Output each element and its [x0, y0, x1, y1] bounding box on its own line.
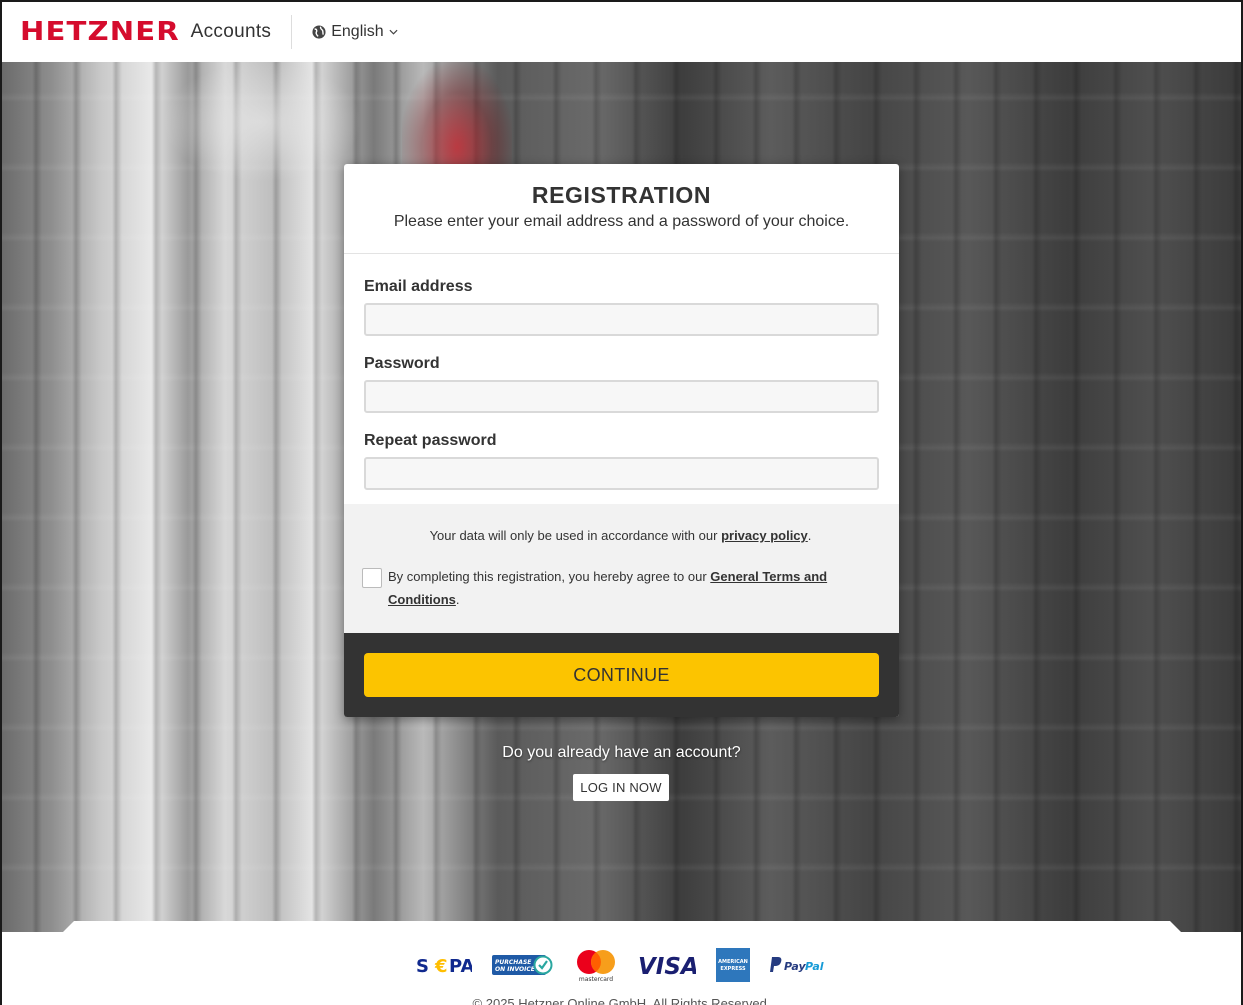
- language-label: English: [331, 23, 384, 40]
- visa-logo: VISA: [638, 948, 696, 982]
- email-label: Email address: [364, 278, 473, 295]
- top-header: HETZNER Accounts English: [2, 2, 1241, 62]
- terms-suffix: .: [455, 592, 460, 607]
- svg-text:Pal: Pal: [805, 960, 824, 973]
- privacy-prefix: Your data will only be used in accordanc…: [429, 528, 722, 543]
- svg-text:S: S: [416, 956, 429, 976]
- svg-text:EXPRESS: EXPRESS: [720, 966, 746, 972]
- header-divider: [291, 15, 293, 49]
- svg-text:AMERICAN: AMERICAN: [718, 959, 748, 965]
- card-footer: CONTINUE: [344, 633, 899, 717]
- svg-text:PURCHASE: PURCHASE: [495, 959, 532, 966]
- paypal-logo: Pay Pal: [769, 948, 828, 982]
- chevron-down-icon: [389, 29, 398, 35]
- terms-text: By completing this registration, you her…: [388, 565, 838, 611]
- svg-text:mastercard: mastercard: [578, 976, 612, 982]
- terms-agreement: By completing this registration, you her…: [362, 565, 879, 611]
- footer: S € PA PURCHASE ON INVOICE mastercard VI…: [2, 932, 1241, 1005]
- registration-card: REGISTRATION Please enter your email add…: [344, 164, 899, 717]
- password-label: Password: [364, 355, 440, 372]
- copyright-text: © 2025 Hetzner Online GmbH. All Rights R…: [472, 996, 771, 1005]
- svg-text:€: €: [434, 956, 448, 976]
- password-field[interactable]: [364, 380, 879, 413]
- globe-icon: [312, 25, 326, 39]
- login-now-button[interactable]: LOG IN NOW: [573, 774, 669, 801]
- mastercard-logo: mastercard: [574, 948, 618, 982]
- privacy-notice: Your data will only be used in accordanc…: [362, 528, 879, 543]
- page-title: REGISTRATION: [531, 182, 712, 208]
- terms-checkbox[interactable]: [362, 568, 382, 588]
- existing-account-question: Do you already have an account?: [502, 744, 741, 761]
- sepa-logo: S € PA: [416, 948, 472, 982]
- repeat-password-field[interactable]: [364, 457, 879, 490]
- language-selector[interactable]: English: [312, 23, 398, 41]
- page-subtitle: Please enter your email address and a pa…: [393, 213, 850, 230]
- legal-section: Your data will only be used in accordanc…: [344, 504, 899, 633]
- continue-button[interactable]: CONTINUE: [364, 653, 879, 697]
- svg-text:PA: PA: [449, 956, 472, 976]
- svg-text:VISA: VISA: [638, 954, 696, 977]
- purchase-on-invoice-logo: PURCHASE ON INVOICE: [491, 948, 554, 982]
- privacy-policy-link[interactable]: privacy policy: [721, 528, 808, 543]
- terms-prefix: By completing this registration, you her…: [388, 569, 711, 584]
- svg-text:ON INVOICE: ON INVOICE: [495, 966, 536, 973]
- email-field[interactable]: [364, 303, 879, 336]
- hetzner-logo[interactable]: HETZNER: [20, 19, 180, 45]
- repeat-password-label: Repeat password: [364, 432, 497, 449]
- payment-methods: S € PA PURCHASE ON INVOICE mastercard VI…: [2, 948, 1241, 982]
- privacy-suffix: .: [807, 528, 812, 543]
- app-name: Accounts: [190, 21, 272, 42]
- registration-header: REGISTRATION Please enter your email add…: [344, 164, 899, 254]
- svg-text:Pay: Pay: [784, 960, 806, 973]
- american-express-logo: AMERICAN EXPRESS: [715, 948, 750, 982]
- registration-form: Email address Password Repeat password: [344, 254, 899, 504]
